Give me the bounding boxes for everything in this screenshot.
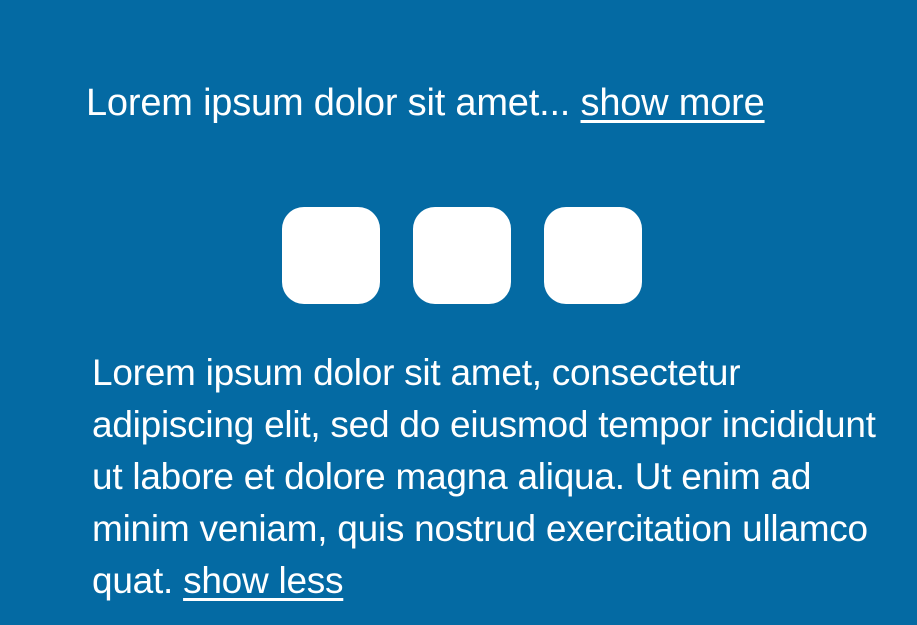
show-less-link[interactable]: show less (183, 560, 343, 601)
loading-indicator (282, 207, 642, 304)
loading-dot-1 (282, 207, 380, 304)
page-container: Lorem ipsum dolor sit amet... show more … (0, 0, 917, 625)
loading-dot-3 (544, 207, 642, 304)
expanded-text-block: Lorem ipsum dolor sit amet, consectetur … (92, 347, 892, 607)
show-more-link[interactable]: show more (581, 82, 765, 124)
collapsed-text-block: Lorem ipsum dolor sit amet... show more (86, 81, 765, 125)
collapsed-text: Lorem ipsum dolor sit amet... (86, 82, 571, 124)
loading-dot-2 (413, 207, 511, 304)
